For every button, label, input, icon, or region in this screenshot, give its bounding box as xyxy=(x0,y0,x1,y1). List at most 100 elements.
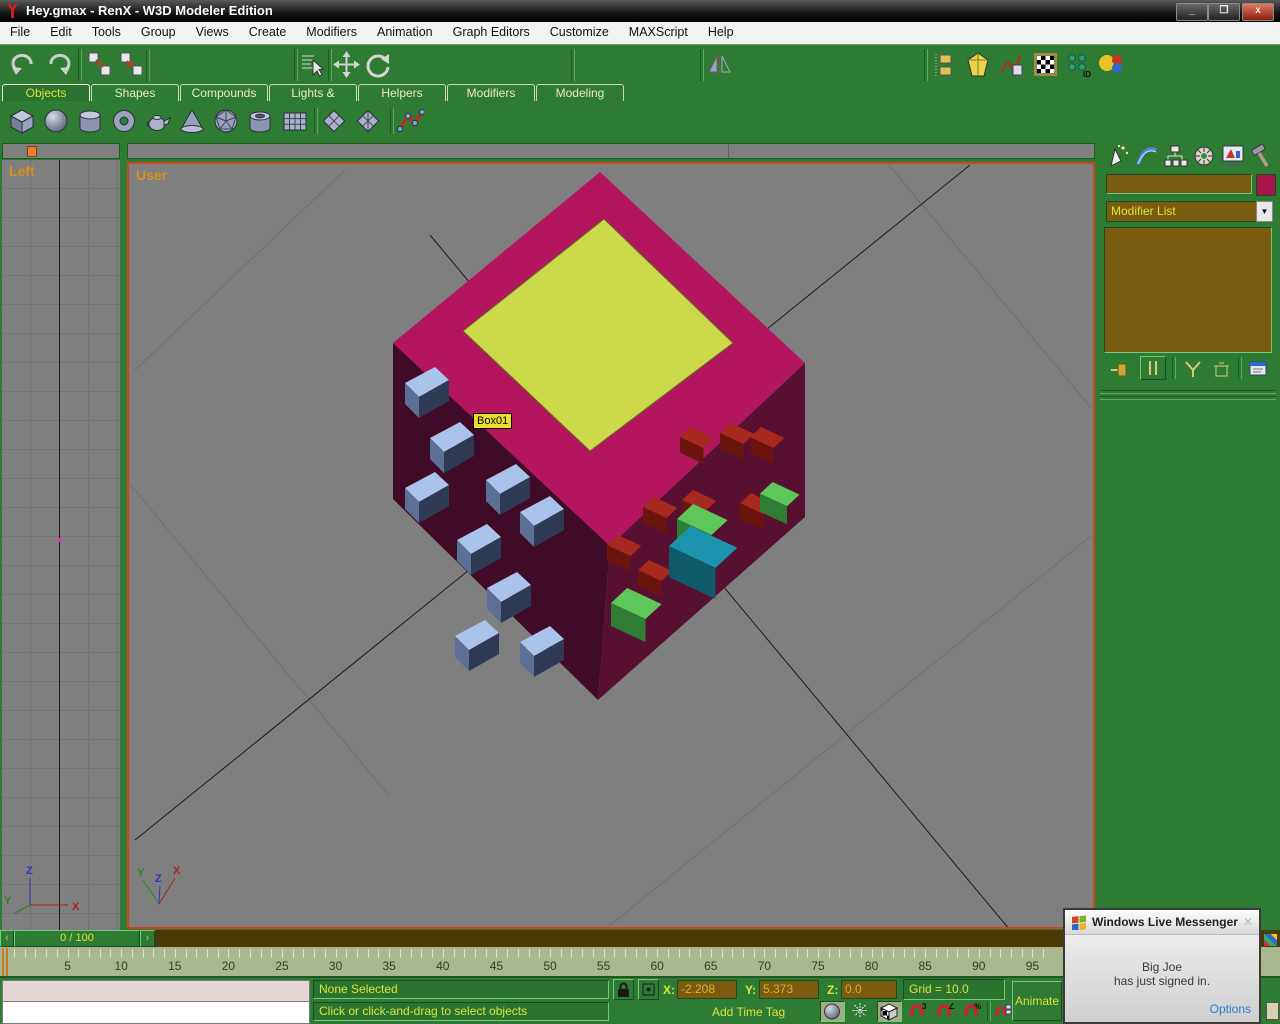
percent-snap-icon[interactable]: % xyxy=(960,1001,984,1022)
material-navigator-icon[interactable] xyxy=(964,51,994,79)
viewport-user[interactable]: Y Z X User Box01 xyxy=(127,162,1095,929)
menu-edit[interactable]: Edit xyxy=(40,22,82,43)
create-tab-icon[interactable] xyxy=(1104,143,1131,169)
messenger-options-link[interactable]: Options xyxy=(1210,1002,1251,1016)
pin-stack-icon[interactable] xyxy=(1108,358,1134,380)
tab-modifiers[interactable]: Modifiers xyxy=(447,84,535,101)
spinner-snap-icon[interactable] xyxy=(992,1001,1014,1022)
utilities-tab-icon[interactable] xyxy=(1249,143,1276,169)
next-frame-button[interactable]: › xyxy=(140,930,155,947)
torus-primitive-icon[interactable] xyxy=(110,107,138,135)
modifier-list-dropdown[interactable]: Modifier List xyxy=(1106,201,1257,222)
material-editor-icon[interactable] xyxy=(1032,51,1060,79)
selection-lock-button[interactable] xyxy=(613,979,634,1000)
select-by-name-icon[interactable] xyxy=(298,51,326,79)
display-tab-icon[interactable] xyxy=(1220,143,1247,169)
remove-modifier-icon[interactable] xyxy=(1208,358,1234,380)
geosphere-primitive-icon[interactable] xyxy=(212,107,240,135)
menu-customize[interactable]: Customize xyxy=(540,22,619,43)
x-coord-field[interactable]: -2.208 xyxy=(677,980,737,999)
z-coord-field[interactable]: 0.0 xyxy=(841,980,897,999)
make-unique-icon[interactable] xyxy=(1180,358,1206,380)
modifier-list-arrow-icon[interactable]: ▼ xyxy=(1256,201,1273,222)
menu-views[interactable]: Views xyxy=(186,22,239,43)
maxscript-listener-field[interactable] xyxy=(2,1001,310,1024)
cone-primitive-icon[interactable] xyxy=(178,107,206,135)
configure-modifier-sets-icon[interactable] xyxy=(1246,358,1272,380)
render-cube-button[interactable] xyxy=(877,1001,902,1022)
menu-help[interactable]: Help xyxy=(698,22,744,43)
box01-object[interactable] xyxy=(393,172,805,700)
angle-snap-icon[interactable]: ∠ xyxy=(933,1001,957,1022)
select-and-rotate-icon[interactable] xyxy=(365,51,393,79)
x-coord-label: X: xyxy=(663,983,675,997)
viewport-user-label[interactable]: User xyxy=(136,167,167,183)
tab-lights-cameras[interactable]: Lights & Cameras xyxy=(269,84,357,101)
tab-compounds[interactable]: Compounds xyxy=(180,84,268,101)
mirror-icon[interactable] xyxy=(706,51,734,79)
add-time-tag-button[interactable]: Add Time Tag xyxy=(712,1005,785,1019)
time-slider-thumb[interactable]: 0 / 100 xyxy=(14,930,140,947)
schematic-view-icon[interactable] xyxy=(998,51,1028,79)
teapot-primitive-icon[interactable] xyxy=(144,107,172,135)
svg-text:ID: ID xyxy=(1083,70,1091,79)
animate-button[interactable]: Animate xyxy=(1012,981,1062,1021)
restore-button[interactable]: ❐ xyxy=(1208,3,1240,21)
box-primitive-icon[interactable] xyxy=(8,107,36,135)
right-edge-clipboard-icon[interactable] xyxy=(1266,1002,1279,1020)
menu-group[interactable]: Group xyxy=(131,22,186,43)
menu-animation[interactable]: Animation xyxy=(367,22,443,43)
track-view-icon[interactable] xyxy=(930,51,958,79)
quad-patch-icon[interactable] xyxy=(320,107,348,135)
tab-modeling[interactable]: Modeling xyxy=(536,84,624,101)
collapsed-viewport-left[interactable] xyxy=(2,143,120,159)
dashed-star-button[interactable] xyxy=(849,1001,874,1022)
tab-helpers[interactable]: Helpers xyxy=(358,84,446,101)
viewport-left[interactable]: Left Z X Y xyxy=(2,160,120,930)
viewport-left-label[interactable]: Left xyxy=(9,163,35,179)
cylinder-primitive-icon[interactable] xyxy=(76,107,104,135)
collapsed-viewport-top[interactable] xyxy=(127,143,1095,159)
minimize-button[interactable]: _ xyxy=(1176,3,1208,21)
motion-tab-icon[interactable] xyxy=(1191,143,1218,169)
hierarchy-tab-icon[interactable] xyxy=(1162,143,1189,169)
menu-file[interactable]: File xyxy=(0,22,40,43)
tab-shapes[interactable]: Shapes xyxy=(91,84,179,101)
select-and-move-icon[interactable] xyxy=(333,51,360,78)
select-and-link-icon[interactable] xyxy=(86,51,114,79)
menu-tools[interactable]: Tools xyxy=(82,22,131,43)
menu-modifiers[interactable]: Modifiers xyxy=(296,22,367,43)
bones-icon[interactable] xyxy=(396,107,424,135)
left-viewport-object-dot[interactable] xyxy=(58,538,62,542)
undo-icon[interactable] xyxy=(10,51,38,79)
messenger-popup[interactable]: Windows Live Messenger ✕ Big Joe has jus… xyxy=(1063,908,1261,1024)
close-button[interactable]: x xyxy=(1242,3,1274,21)
redo-icon[interactable] xyxy=(44,51,72,79)
snap-toggle-3d-icon[interactable]: 3 xyxy=(906,1001,930,1022)
prev-frame-button[interactable]: ‹ xyxy=(0,930,14,947)
object-color-swatch[interactable] xyxy=(1256,174,1276,196)
ruler-position-marker[interactable] xyxy=(2,948,4,976)
object-name-field[interactable] xyxy=(1106,174,1252,194)
tri-patch-icon[interactable] xyxy=(354,107,382,135)
tube-primitive-icon[interactable] xyxy=(246,107,274,135)
unlink-selection-icon[interactable] xyxy=(118,51,146,79)
color-balls-icon[interactable] xyxy=(1096,51,1128,79)
modifier-stack-list[interactable] xyxy=(1104,227,1272,353)
tab-objects[interactable]: Objects xyxy=(2,84,90,101)
grid-primitive-icon[interactable] xyxy=(281,107,309,135)
show-end-result-button[interactable] xyxy=(1140,356,1166,380)
degradation-override-button[interactable] xyxy=(820,1001,845,1022)
messenger-close-icon[interactable]: ✕ xyxy=(1243,910,1253,934)
modify-tab-icon[interactable] xyxy=(1133,143,1160,169)
absolute-offset-toggle[interactable] xyxy=(638,979,659,1000)
menu-create[interactable]: Create xyxy=(239,22,297,43)
sphere-primitive-icon[interactable] xyxy=(42,107,70,135)
messenger-title-bar[interactable]: Windows Live Messenger ✕ xyxy=(1065,910,1259,935)
macro-recorder-field[interactable] xyxy=(2,980,310,1002)
right-edge-icon[interactable] xyxy=(1264,934,1277,946)
menu-graph-editors[interactable]: Graph Editors xyxy=(443,22,540,43)
y-coord-field[interactable]: 5.373 xyxy=(759,980,819,999)
menu-maxscript[interactable]: MAXScript xyxy=(619,22,698,43)
wwskin-id-icon[interactable]: ID xyxy=(1064,51,1094,79)
